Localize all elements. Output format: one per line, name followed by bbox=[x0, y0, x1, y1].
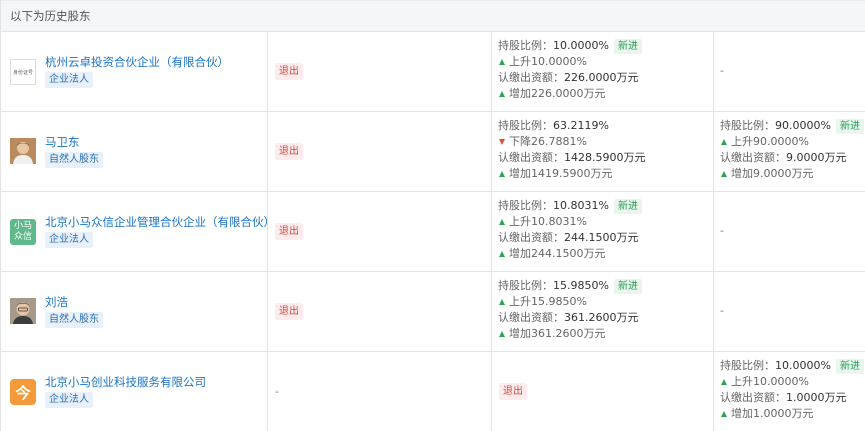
exit-badge: 退出 bbox=[275, 223, 303, 240]
change-detail-cell: 持股比例：15.9850% 新进 上升15.9850% 认缴出资额：361.260… bbox=[492, 272, 714, 351]
table-row: 今 北京小马创业科技服务有限公司 企业法人 - 退出 持股比例：10.0000%… bbox=[1, 352, 865, 431]
company-logo: 小马 众信 bbox=[10, 219, 36, 245]
shareholder-name-link[interactable]: 北京小马创业科技服务有限公司 bbox=[45, 374, 206, 390]
shareholder-name-link[interactable]: 北京小马众信企业管理合伙企业（有限合伙） bbox=[45, 214, 275, 230]
arrow-down-icon bbox=[499, 138, 505, 145]
table-row: 刘浩 自然人股东 退出 持股比例：15.9850% 新进 上升15.9850% 认… bbox=[1, 272, 865, 352]
shareholder-cell: 今 北京小马创业科技服务有限公司 企业法人 bbox=[1, 352, 268, 431]
new-badge: 新进 bbox=[613, 39, 642, 54]
arrow-up-icon bbox=[499, 330, 505, 337]
empty-dash: - bbox=[720, 64, 724, 77]
new-badge: 新进 bbox=[835, 119, 864, 134]
shareholder-type-tag: 企业法人 bbox=[45, 72, 93, 88]
change-detail-cell: 持股比例：10.0000% 新进 上升10.0000% 认缴出资额：226.000… bbox=[492, 32, 714, 111]
shareholder-type-tag: 自然人股东 bbox=[45, 312, 103, 328]
arrow-up-icon bbox=[721, 378, 727, 385]
arrow-up-icon bbox=[499, 250, 505, 257]
shareholder-cell: 刘浩 自然人股东 bbox=[1, 272, 268, 351]
change-detail-cell: 持股比例：10.8031% 新进 上升10.8031% 认缴出资额：244.150… bbox=[492, 192, 714, 271]
arrow-up-icon bbox=[499, 58, 505, 65]
current-detail-cell: - bbox=[714, 192, 865, 271]
arrow-up-icon bbox=[721, 410, 727, 417]
company-logo: 今 bbox=[10, 379, 36, 405]
current-detail-cell: 持股比例：10.0000% 新进 上升10.0000% 认缴出资额：1.0000万… bbox=[714, 352, 865, 431]
change-detail-cell: 退出 bbox=[492, 352, 714, 431]
shareholder-name-link[interactable]: 刘浩 bbox=[45, 294, 68, 310]
shareholder-cell: 马卫东 自然人股东 bbox=[1, 112, 268, 191]
company-logo: 身份证号 bbox=[10, 59, 36, 85]
arrow-up-icon bbox=[499, 170, 505, 177]
exit-badge: 退出 bbox=[275, 63, 303, 80]
arrow-up-icon bbox=[499, 90, 505, 97]
exit-badge: 退出 bbox=[499, 383, 527, 400]
exit-badge: 退出 bbox=[275, 303, 303, 320]
status-cell: 退出 bbox=[268, 272, 492, 351]
shareholder-type-tag: 企业法人 bbox=[45, 392, 93, 408]
current-detail-cell: - bbox=[714, 272, 865, 351]
shareholder-name-link[interactable]: 杭州云卓投资合伙企业（有限合伙） bbox=[45, 54, 229, 70]
shareholder-name-link[interactable]: 马卫东 bbox=[45, 134, 80, 150]
section-title: 以下为历史股东 bbox=[1, 0, 865, 32]
arrow-up-icon bbox=[499, 218, 505, 225]
shareholder-cell: 身份证号 杭州云卓投资合伙企业（有限合伙） 企业法人 bbox=[1, 32, 268, 111]
arrow-up-icon bbox=[721, 138, 727, 145]
table-row: 身份证号 杭州云卓投资合伙企业（有限合伙） 企业法人 退出 持股比例：10.00… bbox=[1, 32, 865, 112]
current-detail-cell: - bbox=[714, 32, 865, 111]
empty-dash: - bbox=[720, 304, 724, 317]
new-badge: 新进 bbox=[613, 199, 642, 214]
arrow-up-icon bbox=[721, 170, 727, 177]
status-cell: 退出 bbox=[268, 192, 492, 271]
history-shareholders-table: 以下为历史股东 身份证号 杭州云卓投资合伙企业（有限合伙） 企业法人 退出 持股… bbox=[0, 0, 865, 431]
shareholder-type-tag: 自然人股东 bbox=[45, 152, 103, 168]
avatar bbox=[10, 298, 36, 324]
current-detail-cell: 持股比例：90.0000% 新进 上升90.0000% 认缴出资额：9.0000万… bbox=[714, 112, 865, 191]
shareholder-cell: 小马 众信 北京小马众信企业管理合伙企业（有限合伙） 企业法人 bbox=[1, 192, 275, 271]
table-row: 小马 众信 北京小马众信企业管理合伙企业（有限合伙） 企业法人 退出 持股比例：… bbox=[1, 192, 865, 272]
table-row: 马卫东 自然人股东 退出 持股比例：63.2119% 下降26.7881% 认缴… bbox=[1, 112, 865, 192]
new-badge: 新进 bbox=[613, 279, 642, 294]
new-badge: 新进 bbox=[835, 359, 864, 374]
status-cell: - bbox=[268, 352, 492, 431]
status-cell: 退出 bbox=[268, 112, 492, 191]
shareholder-type-tag: 企业法人 bbox=[45, 232, 93, 248]
status-cell: 退出 bbox=[268, 32, 492, 111]
arrow-up-icon bbox=[499, 298, 505, 305]
exit-badge: 退出 bbox=[275, 143, 303, 160]
avatar bbox=[10, 138, 36, 164]
change-detail-cell: 持股比例：63.2119% 下降26.7881% 认缴出资额：1428.5900… bbox=[492, 112, 714, 191]
empty-dash: - bbox=[720, 224, 724, 237]
empty-dash: - bbox=[275, 385, 279, 398]
